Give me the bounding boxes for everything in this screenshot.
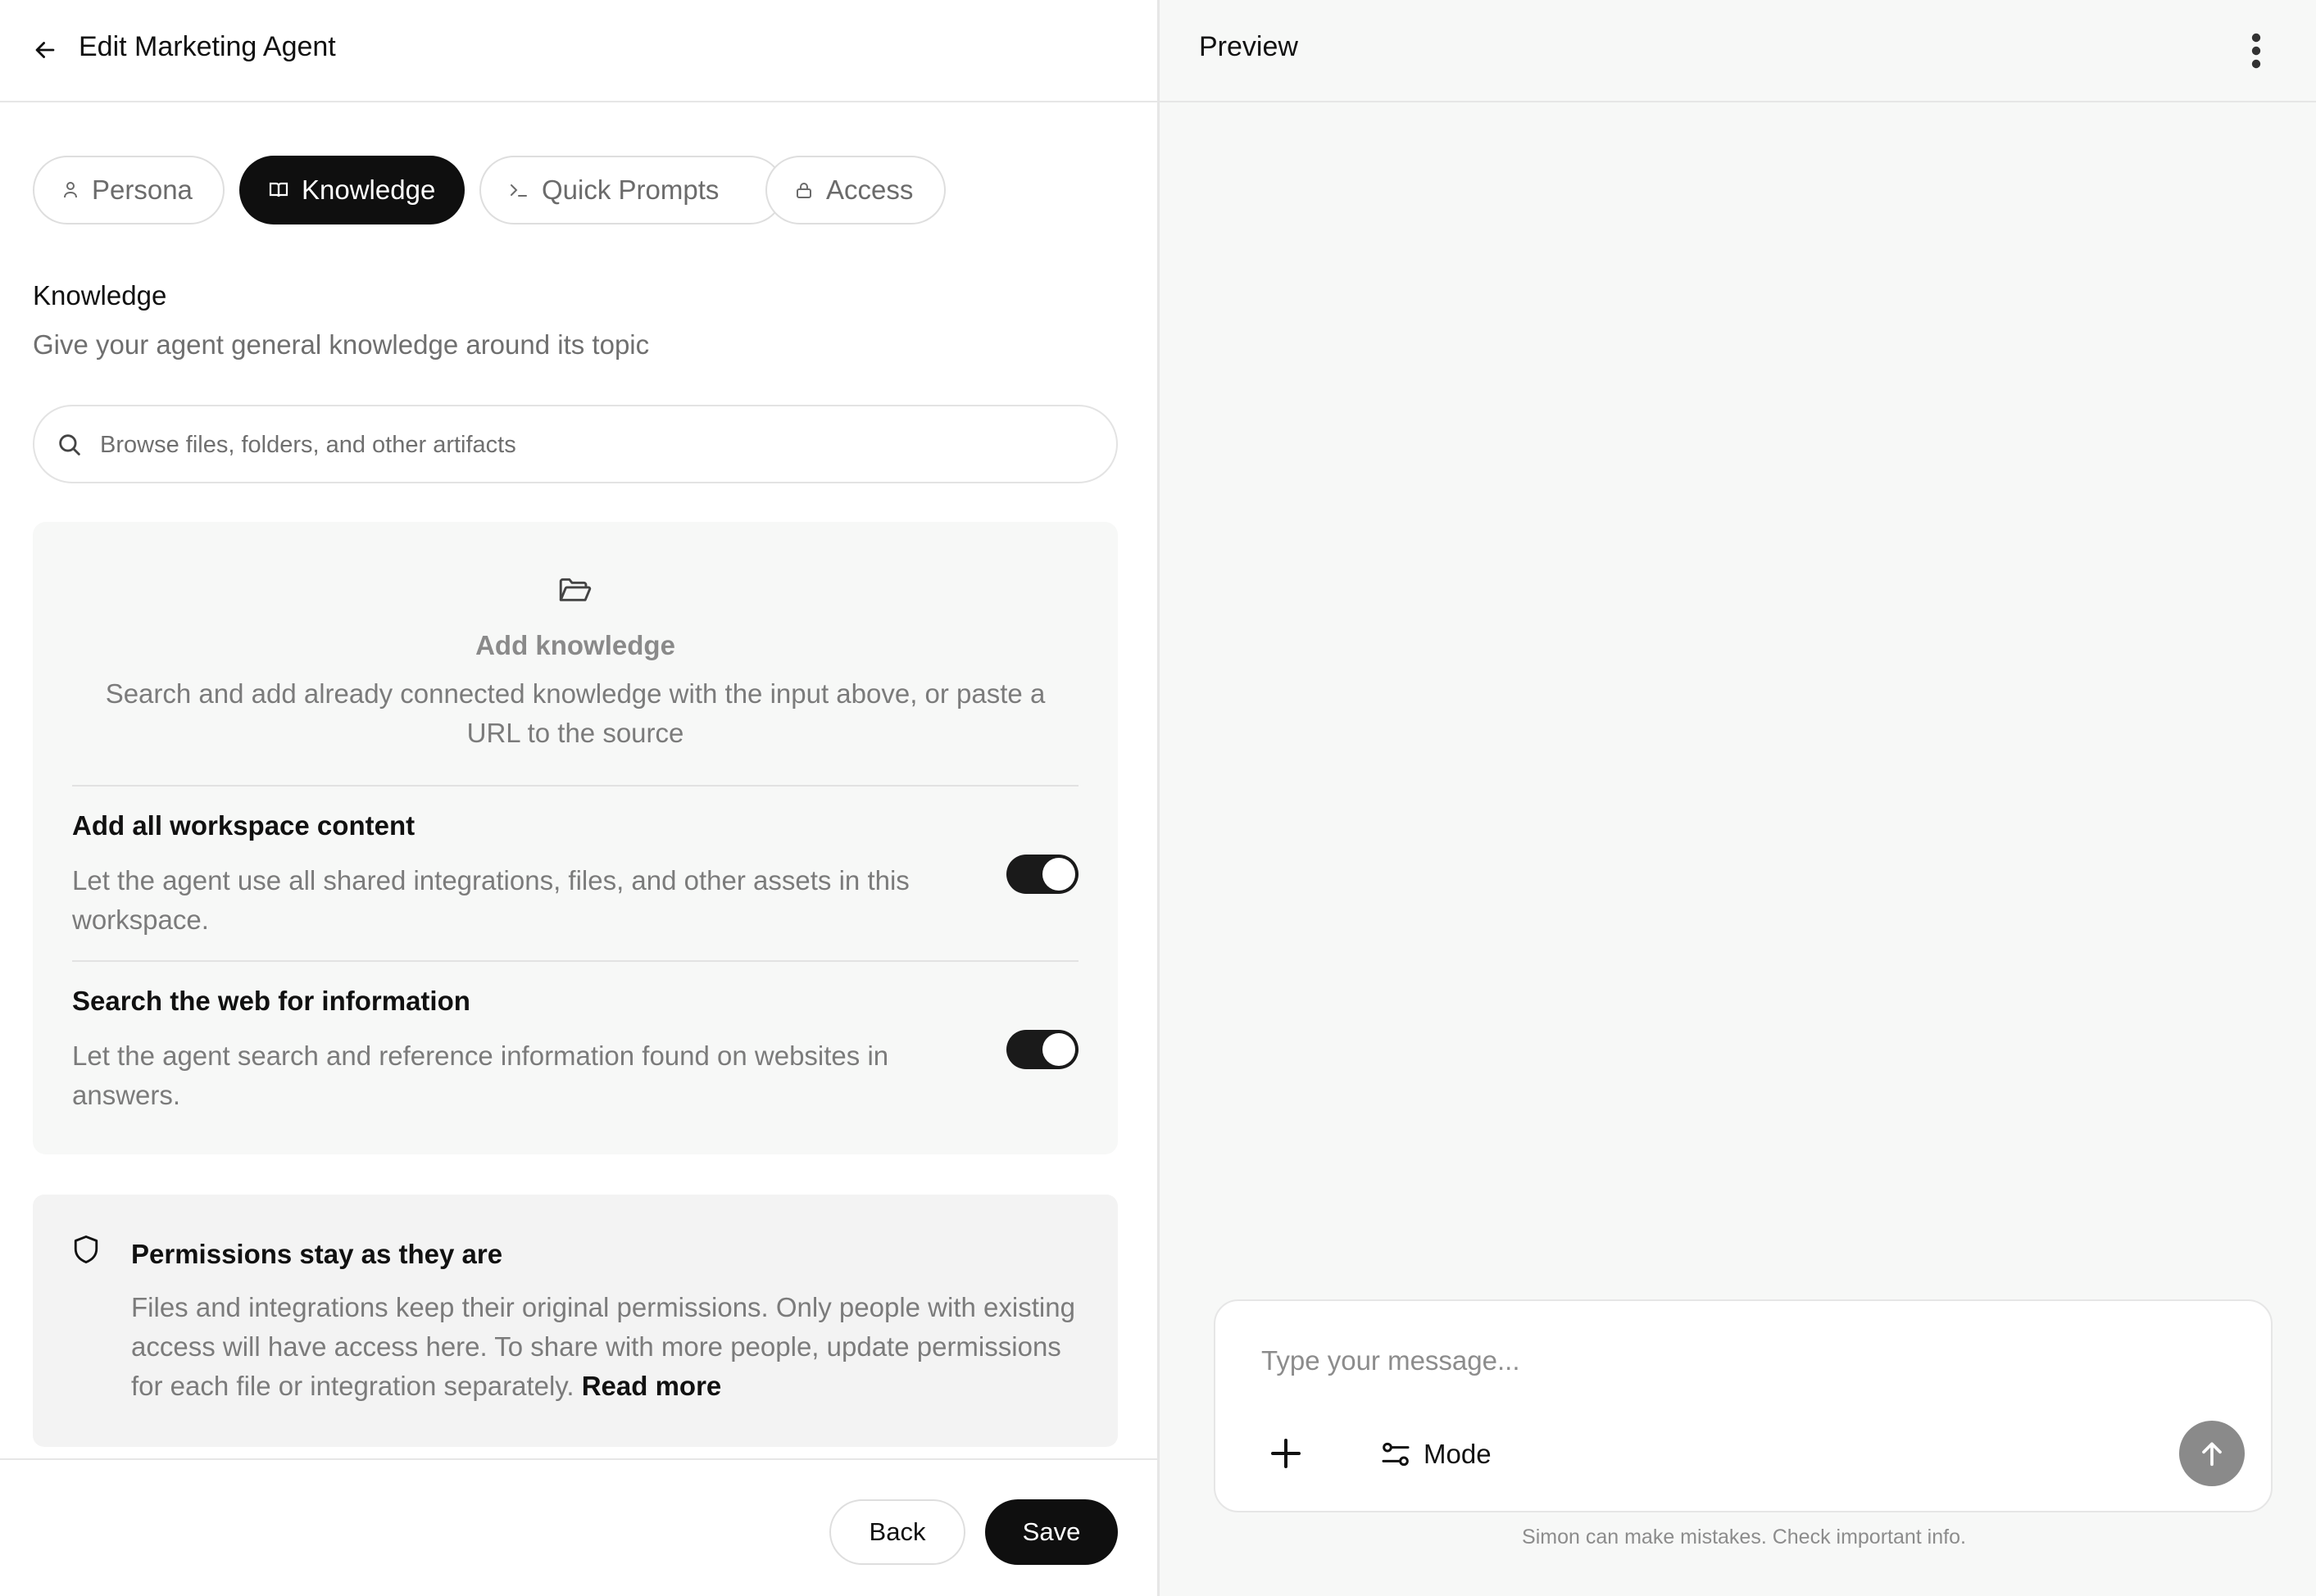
message-composer: Mode [1214,1299,2273,1512]
section-title: Knowledge [33,280,167,311]
tab-label: Persona [92,175,193,205]
disclaimer-text: Simon can make mistakes. Check important… [1522,1526,1966,1548]
preview-panel: Preview Mode Simon can make mistakes. Ch… [1160,0,2316,1596]
person-icon [64,182,77,198]
save-button[interactable]: Save [985,1499,1118,1565]
footer-divider [0,1458,1157,1460]
divider [72,785,1079,787]
tab-access[interactable]: Access [765,156,946,224]
workspace-option-title: Add all workspace content [72,810,416,841]
web-search-toggle[interactable] [1006,1030,1079,1069]
tab-label: Access [826,175,914,205]
tab-label: Quick Prompts [542,175,720,205]
edit-header: Edit Marketing Agent [0,0,1157,102]
toggle-knob [1042,1033,1075,1066]
terminal-prompt-icon [511,184,527,197]
message-input[interactable] [1261,1345,2212,1394]
book-icon [269,182,288,197]
workspace-option-description: Let the agent use all shared integration… [72,865,910,935]
mode-button[interactable]: Mode [1379,1432,1492,1476]
tab-knowledge[interactable]: Knowledge [239,156,465,224]
folder-open-icon [559,578,592,601]
more-options-icon[interactable] [2248,33,2264,69]
arrow-up-icon [2202,1442,2222,1467]
send-button[interactable] [2179,1421,2245,1486]
preview-header: Preview [1160,0,2316,102]
web-search-option-description: Let the agent search and reference infor… [72,1041,889,1110]
section-subtitle: Give your agent general knowledge around… [33,329,650,360]
shield-icon [74,1235,98,1263]
back-arrow-icon[interactable] [31,36,59,64]
mode-label: Mode [1424,1439,1492,1469]
permissions-notice: Permissions stay as they are Files and i… [33,1195,1118,1447]
permissions-text: Files and integrations keep their origin… [131,1288,1090,1406]
tab-quick-prompts[interactable]: Quick Prompts [479,156,784,224]
preview-title: Preview [1199,31,1298,62]
knowledge-search [33,405,1118,483]
edit-agent-panel: Edit Marketing Agent Persona Knowledge Q… [0,0,1157,1596]
tab-label: Knowledge [302,175,436,205]
read-more-link[interactable]: Read more [582,1371,722,1401]
sliders-icon [1382,1442,1410,1467]
knowledge-card: Add knowledge Search and add already con… [33,522,1118,1154]
lock-icon [797,183,811,198]
plus-icon[interactable] [1266,1434,1306,1473]
workspace-content-toggle[interactable] [1006,855,1079,894]
tab-persona[interactable]: Persona [33,156,225,224]
web-search-option-title: Search the web for information [72,986,470,1016]
permissions-title: Permissions stay as they are [131,1239,503,1269]
empty-state-text: Search and add already connected knowled… [105,678,1046,748]
page-title: Edit Marketing Agent [79,31,336,62]
back-button[interactable]: Back [829,1499,965,1565]
toggle-knob [1042,858,1075,891]
search-input[interactable] [100,423,1083,467]
empty-state-title: Add knowledge [475,630,675,660]
search-icon [59,434,80,456]
divider [72,960,1079,962]
